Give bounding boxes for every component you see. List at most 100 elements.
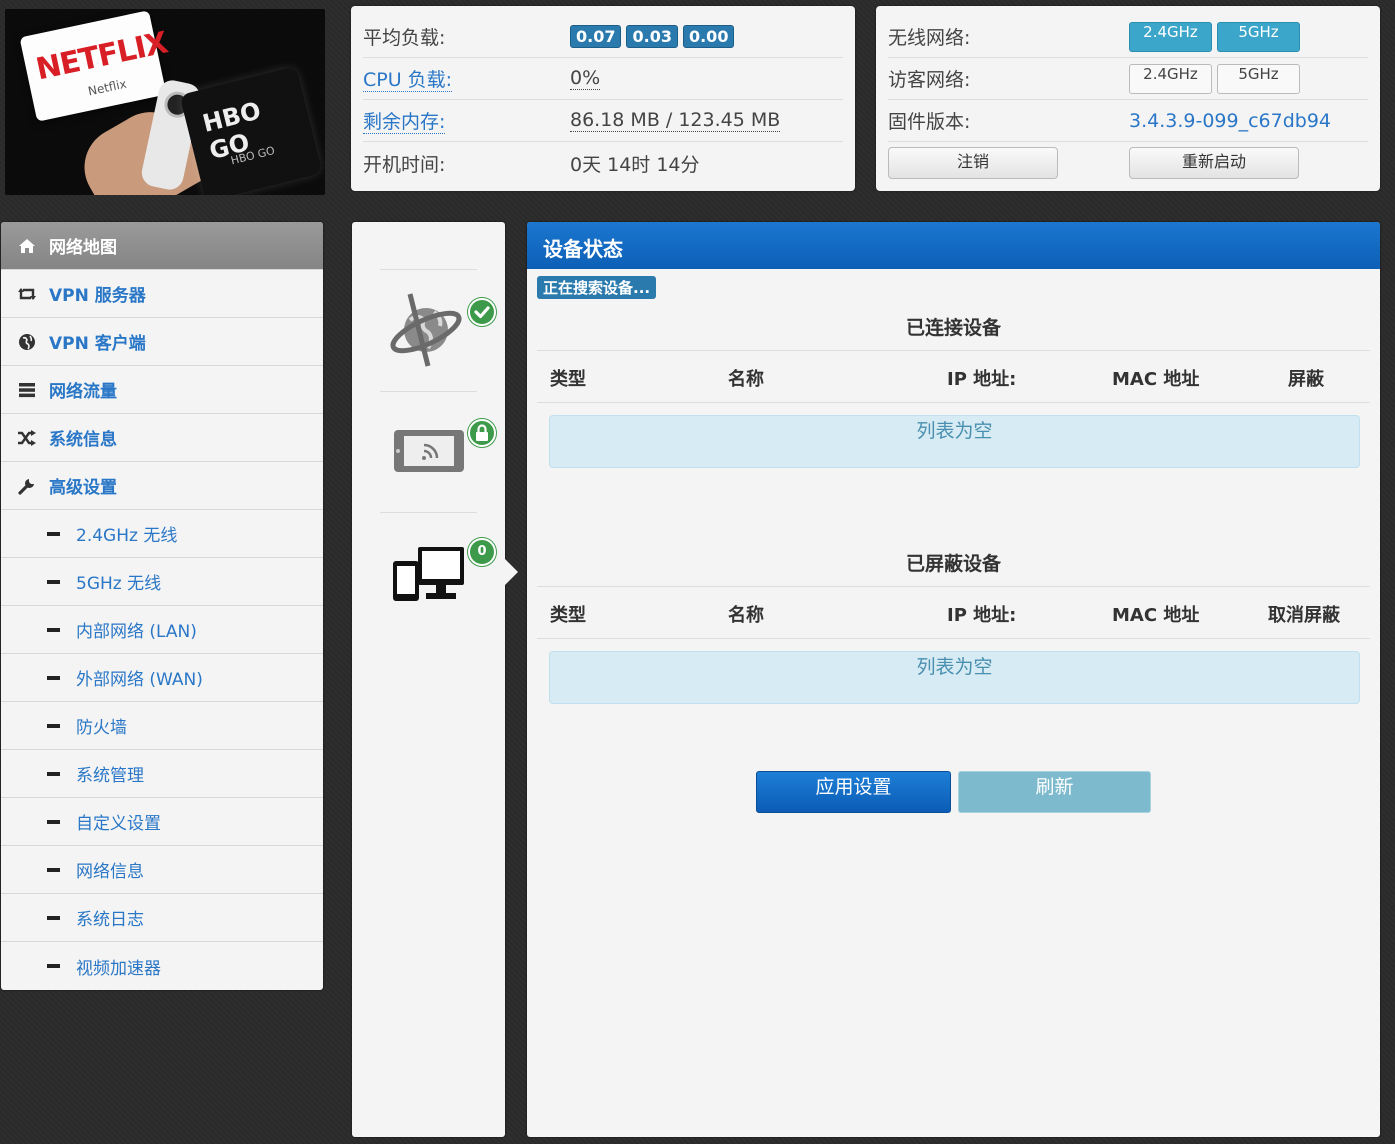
guest-24ghz-toggle[interactable]: 2.4GHz bbox=[1129, 63, 1212, 94]
netflix-logo: NETFLIX bbox=[33, 25, 171, 88]
sidebar-subitem-label: 外部网络 (WAN) bbox=[76, 670, 203, 690]
wrench-icon bbox=[17, 477, 37, 495]
dash-icon bbox=[47, 675, 60, 680]
home-icon bbox=[17, 238, 37, 254]
sidebar-item-label: 网络流量 bbox=[49, 382, 117, 402]
sidebar-subitem-wireless-24[interactable]: 2.4GHz 无线 bbox=[1, 510, 323, 558]
network-map-column: 0 bbox=[352, 222, 518, 1137]
sidebar-subitem-lan[interactable]: 内部网络 (LAN) bbox=[1, 606, 323, 654]
sidebar-item-traffic[interactable]: 网络流量 bbox=[1, 366, 323, 414]
sidebar-item-label: VPN 服务器 bbox=[49, 286, 146, 306]
hbo-card: HBO GO HBO GO bbox=[179, 66, 323, 195]
netflix-card: NETFLIX Netflix bbox=[19, 10, 171, 122]
sidebar-item-advanced[interactable]: 高级设置 bbox=[1, 462, 323, 510]
device-status-panel: 设备状态 正在搜索设备... 已连接设备 类型 名称 IP 地址: MAC 地址… bbox=[527, 222, 1380, 1137]
router-status[interactable] bbox=[392, 428, 468, 478]
load-values: 0.07 0.03 0.00 bbox=[570, 25, 739, 48]
sidebar-subitem-label: 系统管理 bbox=[76, 766, 144, 786]
bars-icon bbox=[17, 382, 37, 398]
panel-title: 设备状态 bbox=[527, 222, 1380, 269]
divider bbox=[380, 269, 477, 270]
col-type: 类型 bbox=[550, 369, 586, 390]
sidebar-subitem-label: 5GHz 无线 bbox=[76, 574, 162, 594]
actions-row: 注销 重新启动 bbox=[888, 142, 1368, 184]
guest-row: 访客网络: 2.4GHz 5GHz bbox=[888, 58, 1368, 100]
sidebar-subitem-video-accel[interactable]: 视频加速器 bbox=[1, 942, 323, 990]
sidebar-subitem-label: 网络信息 bbox=[76, 862, 144, 882]
col-type: 类型 bbox=[550, 605, 586, 626]
connected-empty-message: 列表为空 bbox=[549, 415, 1360, 468]
sidebar-subitem-label: 内部网络 (LAN) bbox=[76, 622, 197, 642]
col-name: 名称 bbox=[728, 605, 764, 626]
devices-icon bbox=[393, 547, 464, 601]
dash-icon bbox=[47, 867, 60, 872]
cpu-row: CPU 负载: 0% bbox=[363, 58, 843, 100]
sidebar-subitem-label: 视频加速器 bbox=[76, 958, 161, 979]
col-ip: IP 地址: bbox=[947, 605, 1017, 626]
guest-label: 访客网络: bbox=[888, 69, 971, 91]
refresh-button[interactable]: 刷新 bbox=[958, 771, 1151, 813]
check-icon bbox=[468, 298, 496, 326]
globe-icon bbox=[17, 333, 37, 351]
firmware-label: 固件版本: bbox=[888, 111, 971, 133]
guest-5ghz-toggle[interactable]: 5GHz bbox=[1217, 63, 1300, 94]
system-stats-panel: 平均负载: 0.07 0.03 0.00 CPU 负载: 0% 剩余内存: 86.1… bbox=[351, 6, 855, 191]
shuffle-icon bbox=[17, 429, 37, 446]
sidebar-item-system-info[interactable]: 系统信息 bbox=[1, 414, 323, 462]
searching-badge: 正在搜索设备... bbox=[537, 276, 657, 299]
col-name: 名称 bbox=[728, 369, 764, 390]
connected-table-header: 类型 名称 IP 地址: MAC 地址 屏蔽 bbox=[537, 350, 1370, 403]
dash-icon bbox=[47, 819, 60, 824]
dash-icon bbox=[47, 915, 60, 920]
uptime-row: 开机时间: 0天 14时 14分 bbox=[363, 142, 843, 184]
blocked-devices-title: 已屏蔽设备 bbox=[905, 553, 1001, 575]
sidebar-subitem-wan[interactable]: 外部网络 (WAN) bbox=[1, 654, 323, 702]
blocked-empty-message: 列表为空 bbox=[549, 651, 1360, 704]
wireless-panel: 无线网络: 2.4GHz 5GHz 访客网络: 2.4GHz 5GHz 固件版本… bbox=[876, 6, 1380, 191]
logout-button[interactable]: 注销 bbox=[888, 147, 1058, 179]
apply-settings-button[interactable]: 应用设置 bbox=[756, 771, 951, 813]
sidebar-subitem-admin[interactable]: 系统管理 bbox=[1, 750, 323, 798]
free-memory-link[interactable]: 剩余内存: bbox=[363, 111, 446, 134]
wireless-5ghz-toggle[interactable]: 5GHz bbox=[1217, 21, 1300, 52]
sidebar-item-vpn-client[interactable]: VPN 客户端 bbox=[1, 318, 323, 366]
dash-icon bbox=[47, 579, 60, 584]
firmware-version-link[interactable]: 3.4.3.9-099_c67db94 bbox=[1129, 110, 1331, 132]
firmware-row: 固件版本: 3.4.3.9-099_c67db94 bbox=[888, 100, 1368, 142]
sidebar-item-label: VPN 客户端 bbox=[49, 334, 146, 354]
sidebar-item-label: 系统信息 bbox=[49, 430, 117, 450]
sidebar-subitem-custom[interactable]: 自定义设置 bbox=[1, 798, 323, 846]
dash-icon bbox=[47, 627, 60, 632]
sidebar-subitem-label: 系统日志 bbox=[76, 910, 144, 930]
internet-status[interactable] bbox=[388, 290, 468, 374]
sidebar-subitem-label: 自定义设置 bbox=[76, 814, 161, 834]
sidebar-item-label: 网络地图 bbox=[49, 238, 117, 258]
internet-globe-icon bbox=[390, 293, 462, 367]
sidebar-item-network-map[interactable]: 网络地图 bbox=[1, 222, 323, 270]
sidebar-subitem-wireless-5[interactable]: 5GHz 无线 bbox=[1, 558, 323, 606]
load-1min: 0.07 bbox=[570, 25, 622, 48]
retweet-icon bbox=[17, 286, 37, 302]
avg-load-label: 平均负载: bbox=[363, 27, 446, 49]
divider bbox=[380, 512, 477, 513]
load-15min: 0.00 bbox=[682, 25, 735, 48]
reboot-button[interactable]: 重新启动 bbox=[1129, 147, 1299, 179]
memory-row: 剩余内存: 86.18 MB / 123.45 MB bbox=[363, 100, 843, 142]
cpu-load-link[interactable]: CPU 负载: bbox=[363, 69, 453, 92]
col-mac: MAC 地址 bbox=[1112, 605, 1200, 626]
sidebar-item-vpn-server[interactable]: VPN 服务器 bbox=[1, 270, 323, 318]
col-block: 屏蔽 bbox=[1288, 369, 1324, 390]
col-unblock: 取消屏蔽 bbox=[1268, 605, 1340, 626]
selection-arrow bbox=[505, 559, 518, 585]
sidebar-menu: 网络地图 VPN 服务器 VPN 客户端 网络流量 系统信息 高级设置 2.4G… bbox=[1, 222, 323, 990]
netflix-sub: Netflix bbox=[86, 76, 128, 99]
sidebar-subitem-network-info[interactable]: 网络信息 bbox=[1, 846, 323, 894]
lock-icon bbox=[468, 419, 496, 447]
memory-value: 86.18 MB / 123.45 MB bbox=[570, 109, 781, 132]
clients-status[interactable] bbox=[392, 544, 468, 608]
sidebar-subitem-syslog[interactable]: 系统日志 bbox=[1, 894, 323, 942]
connected-devices-title: 已连接设备 bbox=[905, 317, 1001, 339]
wireless-24ghz-toggle[interactable]: 2.4GHz bbox=[1129, 21, 1212, 52]
blocked-table-header: 类型 名称 IP 地址: MAC 地址 取消屏蔽 bbox=[537, 586, 1370, 639]
sidebar-subitem-firewall[interactable]: 防火墙 bbox=[1, 702, 323, 750]
